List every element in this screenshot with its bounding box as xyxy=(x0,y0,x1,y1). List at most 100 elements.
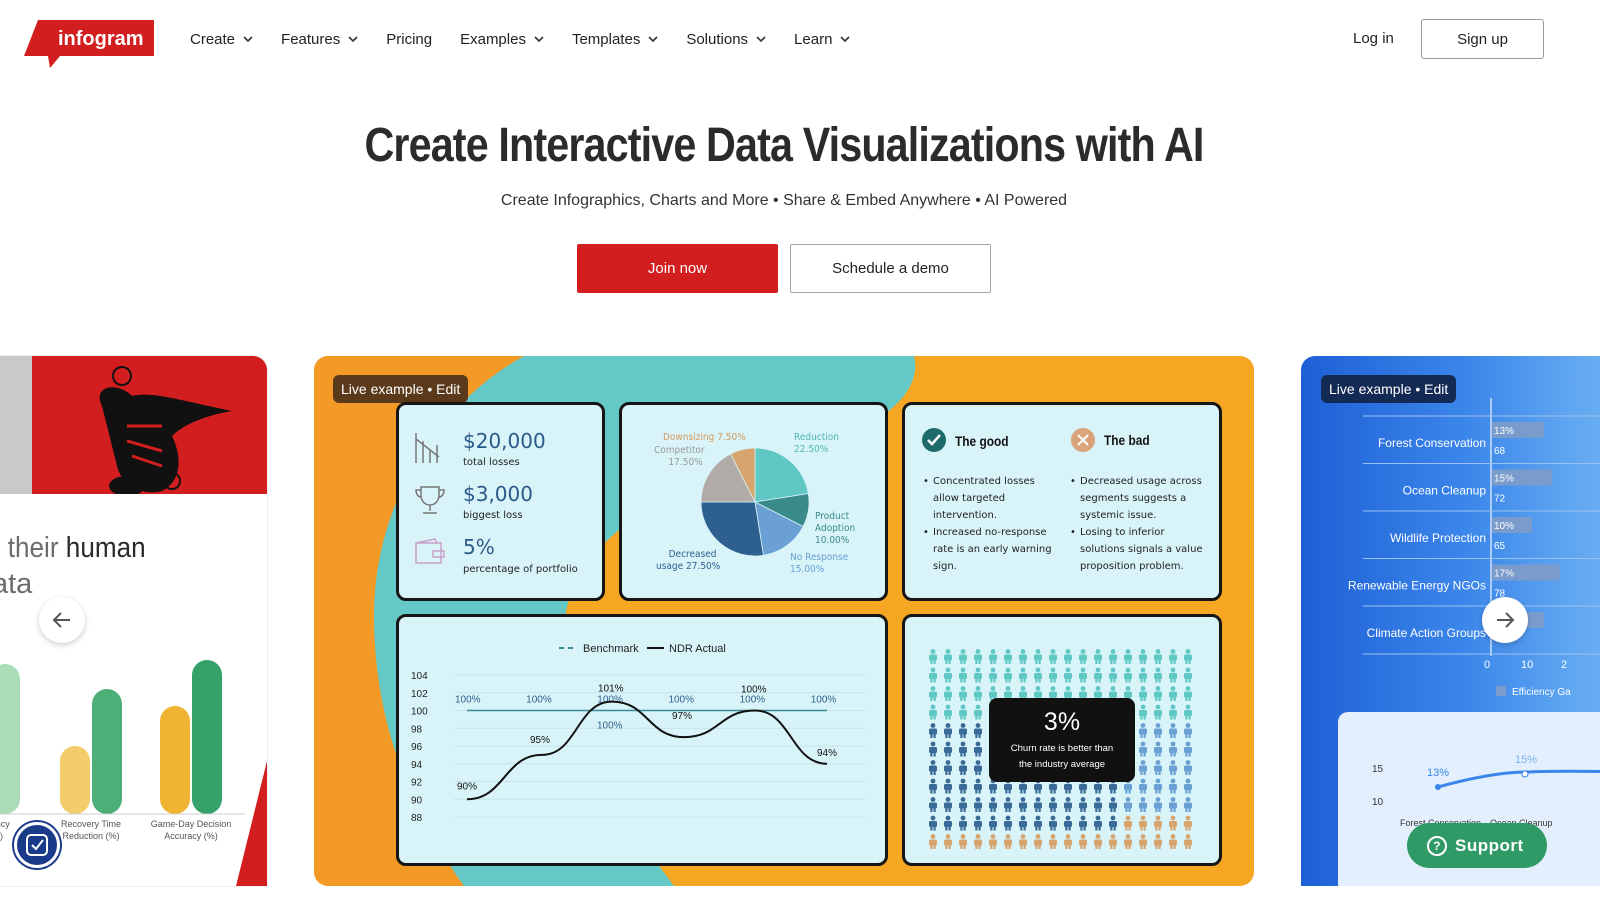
y-tick-label: 88 xyxy=(411,813,423,824)
person-icon xyxy=(1004,667,1012,683)
good-list: Concentrated losses allow targeted inter… xyxy=(923,473,1058,575)
carousel-card-right[interactable]: Live example • Edit 13% 68 Forest Conserva… xyxy=(1301,356,1600,886)
stat-portfolio-value: 5% xyxy=(463,535,495,559)
person-icon xyxy=(1169,741,1177,757)
person-icon xyxy=(929,704,937,720)
actual-label-0: 90% xyxy=(457,781,477,792)
person-icon xyxy=(959,686,967,701)
logo-text: infogram xyxy=(58,28,144,50)
person-icon xyxy=(1094,815,1102,831)
login-link[interactable]: Log in xyxy=(1353,30,1394,47)
person-icon xyxy=(929,797,937,812)
person-icon xyxy=(1154,667,1162,683)
left-bar-label-1: iciency(%) xyxy=(0,819,10,841)
chevron-down-icon xyxy=(243,36,253,43)
person-icon xyxy=(944,778,952,794)
person-icon xyxy=(1154,741,1162,757)
person-icon xyxy=(1154,686,1162,701)
person-icon xyxy=(1139,686,1147,701)
hero-title: Create Interactive Data Visualizations w… xyxy=(364,119,1204,172)
person-icon xyxy=(1049,667,1057,683)
person-icon xyxy=(1169,667,1177,683)
hbar-axis-tick: 10 xyxy=(1521,659,1533,671)
y-tick-label: 98 xyxy=(411,724,423,735)
carousel-card-main[interactable]: Live example • Edit $20,000 total losses… xyxy=(314,356,1254,886)
person-icon xyxy=(974,797,982,812)
athlete-illustration xyxy=(99,366,233,496)
pie-label-decreased-usage: Decreased usage 27.50% xyxy=(656,549,721,572)
person-icon xyxy=(1004,797,1012,812)
person-icon xyxy=(1109,834,1117,849)
support-button[interactable]: ? Support xyxy=(1407,823,1547,868)
person-icon xyxy=(974,760,982,775)
person-icon xyxy=(1124,815,1132,831)
person-icon xyxy=(1169,834,1177,849)
person-icon xyxy=(974,667,982,683)
person-icon xyxy=(944,815,952,831)
carousel-prev-button[interactable] xyxy=(39,597,85,643)
signup-button[interactable]: Sign up xyxy=(1421,19,1544,59)
person-icon xyxy=(1064,834,1072,849)
person-icon xyxy=(1034,649,1042,664)
person-icon xyxy=(1064,667,1072,683)
nav-item-pricing[interactable]: Pricing xyxy=(386,28,432,50)
live-example-pill[interactable]: Live example • Edit xyxy=(333,375,469,403)
person-icon xyxy=(1049,797,1057,812)
infogram-logo[interactable]: infogram xyxy=(24,20,154,70)
card-headline-line2: ata xyxy=(0,568,33,600)
person-icon xyxy=(1004,815,1012,831)
chevron-down-icon xyxy=(756,36,766,43)
person-icon xyxy=(1184,741,1192,757)
person-icon xyxy=(1184,704,1192,720)
person-icon xyxy=(1019,667,1027,683)
person-icon xyxy=(1154,778,1162,794)
benchmark-label-5: 100% xyxy=(811,695,837,706)
person-icon xyxy=(974,834,982,849)
trophy-icon xyxy=(415,486,445,514)
person-icon xyxy=(1019,797,1027,812)
nav-item-templates[interactable]: Templates xyxy=(572,28,658,50)
nav-item-features[interactable]: Features xyxy=(281,28,358,50)
nav-item-learn[interactable]: Learn xyxy=(794,28,850,50)
person-icon xyxy=(1124,797,1132,812)
accessibility-icon xyxy=(26,834,48,856)
person-icon xyxy=(1169,778,1177,794)
nav-item-label: Examples xyxy=(460,30,526,48)
nav-item-examples[interactable]: Examples xyxy=(460,28,544,50)
person-icon xyxy=(1079,834,1087,849)
nav-item-solutions[interactable]: Solutions xyxy=(686,28,766,50)
nav-item-create[interactable]: Create xyxy=(190,28,253,50)
join-now-button[interactable]: Join now xyxy=(577,244,778,293)
mini-point-2 xyxy=(1521,770,1529,778)
accessibility-widget-button[interactable] xyxy=(14,822,60,868)
actual-label-1: 95% xyxy=(530,735,550,746)
person-icon xyxy=(1139,797,1147,812)
stat-biggest-loss-value: $3,000 xyxy=(463,482,533,506)
nav-item-label: Learn xyxy=(794,30,833,48)
person-icon xyxy=(1154,797,1162,812)
person-icon xyxy=(1124,834,1132,849)
y-tick-label: 96 xyxy=(411,742,423,753)
benchmark-label-3: 100% xyxy=(668,695,694,706)
mini-point-1 xyxy=(1435,784,1441,790)
person-icon xyxy=(1124,649,1132,664)
person-icon xyxy=(944,723,952,738)
chevron-down-icon xyxy=(348,36,358,43)
nav-item-label: Create xyxy=(190,30,236,48)
person-icon xyxy=(1139,723,1147,738)
person-icon xyxy=(1019,649,1027,664)
bad-item: Decreased usage across segments suggests… xyxy=(1070,473,1210,524)
person-icon xyxy=(959,667,967,683)
person-icon xyxy=(989,797,997,812)
schedule-demo-button[interactable]: Schedule a demo xyxy=(790,244,991,293)
carousel-next-button[interactable] xyxy=(1482,597,1528,643)
hbar-label-0: Forest Conservation xyxy=(1378,436,1486,450)
person-icon xyxy=(1169,704,1177,720)
actual-label-5: 94% xyxy=(817,748,837,759)
person-icon xyxy=(1034,815,1042,831)
card-image-grey xyxy=(0,356,32,494)
person-icon xyxy=(959,760,967,775)
mini-label-13: 13% xyxy=(1427,767,1449,779)
card-red-corner xyxy=(236,761,267,886)
stat-portfolio-label: percentage of portfolio xyxy=(463,564,578,575)
